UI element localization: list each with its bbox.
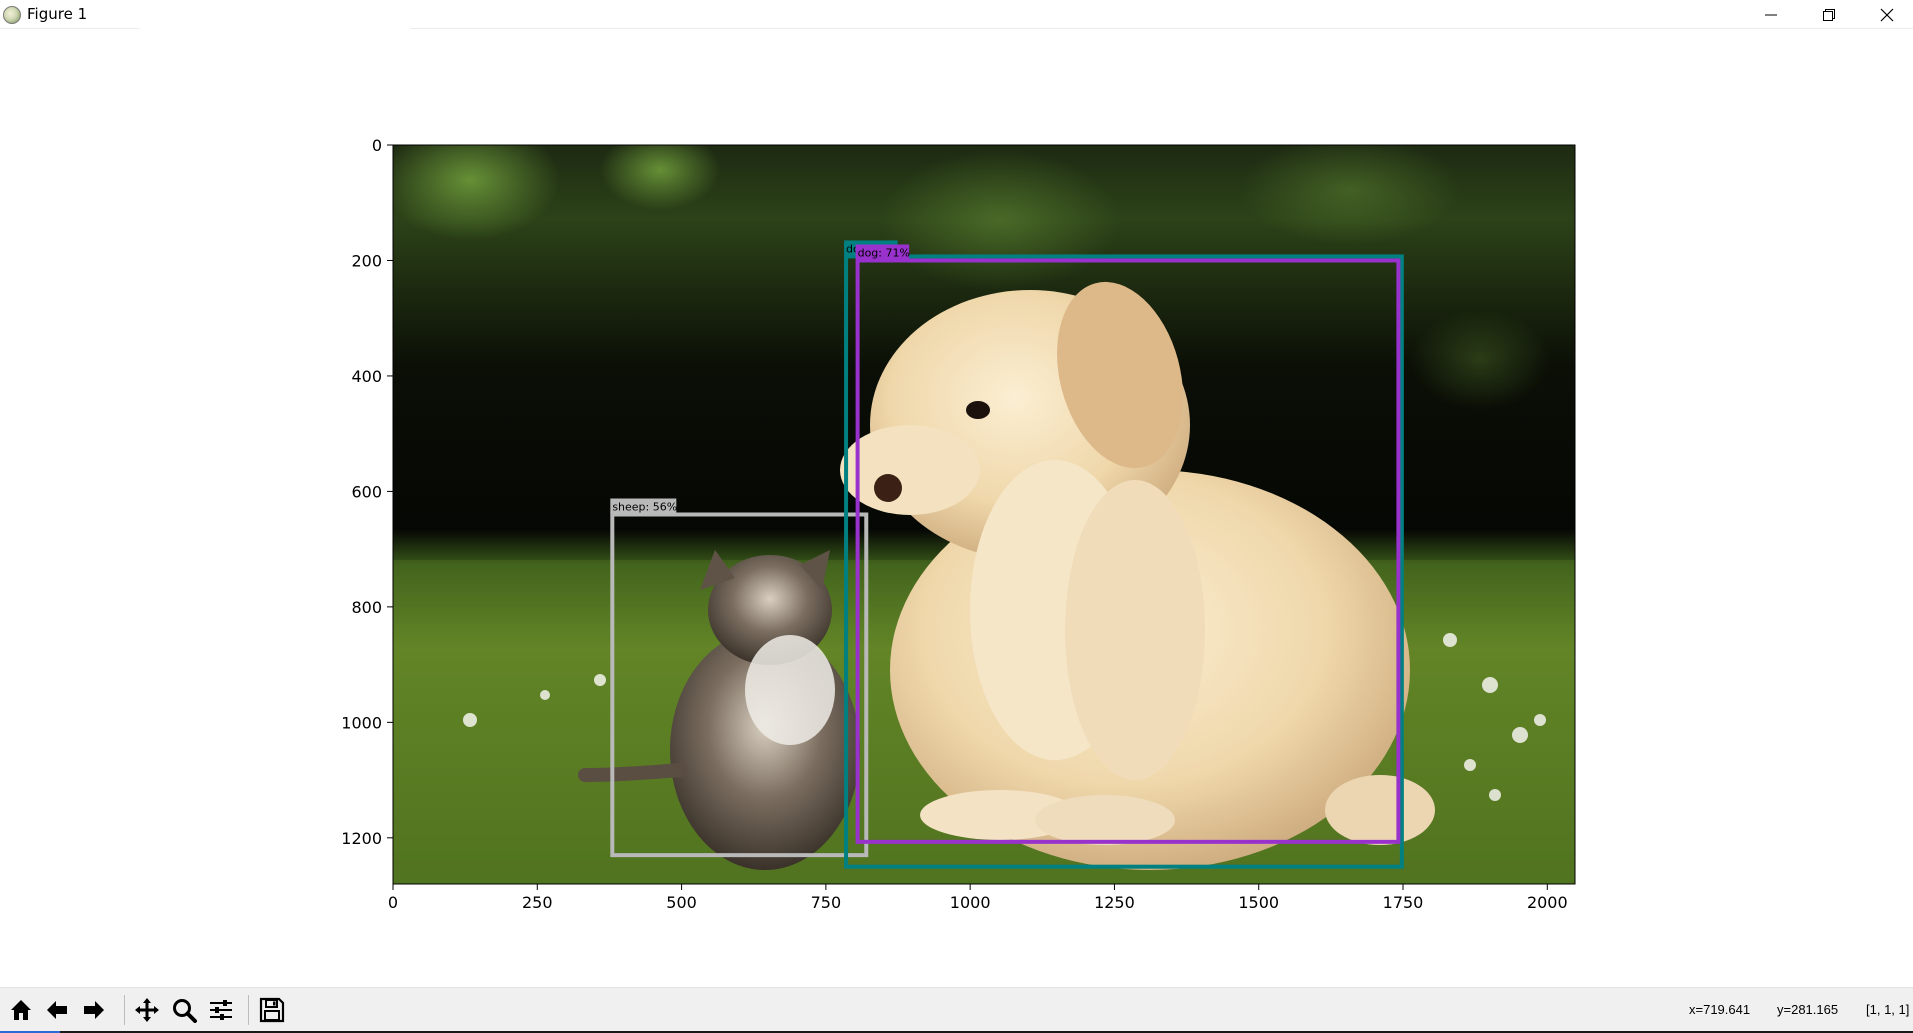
toolbar-separator <box>124 995 125 1025</box>
maximize-button[interactable] <box>1800 0 1858 30</box>
x-tick-label: 1500 <box>1238 893 1279 912</box>
arrow-right-icon <box>84 1001 104 1019</box>
y-tick-label: 800 <box>351 598 382 617</box>
x-tick-label: 0 <box>388 893 398 912</box>
x-tick-label: 1000 <box>950 893 991 912</box>
y-tick-label: 600 <box>351 482 382 501</box>
y-tick-label: 400 <box>351 367 382 386</box>
arrow-left-icon <box>47 1001 67 1019</box>
zoom-button[interactable] <box>167 993 201 1027</box>
x-tick-label: 250 <box>522 893 553 912</box>
back-button[interactable] <box>40 993 74 1027</box>
figure-canvas[interactable]: 0 250 500 750 1000 1250 1500 1750 2000 0 200 400 60… <box>0 30 1913 987</box>
title-divider <box>410 28 1913 29</box>
home-button[interactable] <box>4 993 38 1027</box>
y-axis: 0 200 400 600 800 1000 1200 <box>341 136 393 848</box>
floppy-disk-icon <box>259 997 285 1023</box>
forward-button[interactable] <box>77 993 111 1027</box>
pixel-value-readout: [1, 1, 1] <box>1866 1002 1910 1017</box>
window-title: Figure 1 <box>27 5 88 23</box>
save-button[interactable] <box>255 993 289 1027</box>
title-divider <box>0 28 140 29</box>
y-tick-label: 1200 <box>341 829 382 848</box>
navigation-toolbar: x=719.641 y=281.165 [1, 1, 1] <box>0 987 1913 1033</box>
detection-label: dog: 71% <box>858 246 910 259</box>
toolbar-separator <box>248 995 249 1025</box>
move-icon <box>135 998 159 1022</box>
cursor-y-readout: y=281.165 <box>1777 1002 1839 1017</box>
matplotlib-icon <box>3 6 21 24</box>
minimize-button[interactable] <box>1742 0 1800 30</box>
cursor-x-readout: x=719.641 <box>1689 1002 1751 1017</box>
x-tick-label: 750 <box>811 893 842 912</box>
detection-label: sheep: 56% <box>612 501 677 514</box>
close-icon <box>1880 8 1894 22</box>
x-tick-label: 2000 <box>1527 893 1568 912</box>
pan-button[interactable] <box>130 993 164 1027</box>
sliders-icon <box>210 1000 232 1020</box>
home-icon <box>11 1000 31 1020</box>
title-bar: Figure 1 <box>0 0 1913 30</box>
y-tick-label: 1000 <box>341 713 382 732</box>
plot-svg[interactable]: 0 250 500 750 1000 1250 1500 1750 2000 0 200 400 60… <box>0 30 1913 987</box>
y-tick-label: 0 <box>372 136 382 155</box>
x-tick-label: 500 <box>666 893 697 912</box>
x-axis: 0 250 500 750 1000 1250 1500 1750 2000 <box>388 884 1568 912</box>
magnifier-icon <box>173 999 197 1023</box>
photo-image <box>393 145 1575 884</box>
y-tick-label: 200 <box>351 251 382 270</box>
maximize-icon <box>1823 9 1835 21</box>
minimize-icon <box>1765 14 1777 16</box>
close-button[interactable] <box>1858 0 1913 30</box>
configure-subplots-button[interactable] <box>204 993 238 1027</box>
x-tick-label: 1250 <box>1094 893 1135 912</box>
x-tick-label: 1750 <box>1383 893 1424 912</box>
